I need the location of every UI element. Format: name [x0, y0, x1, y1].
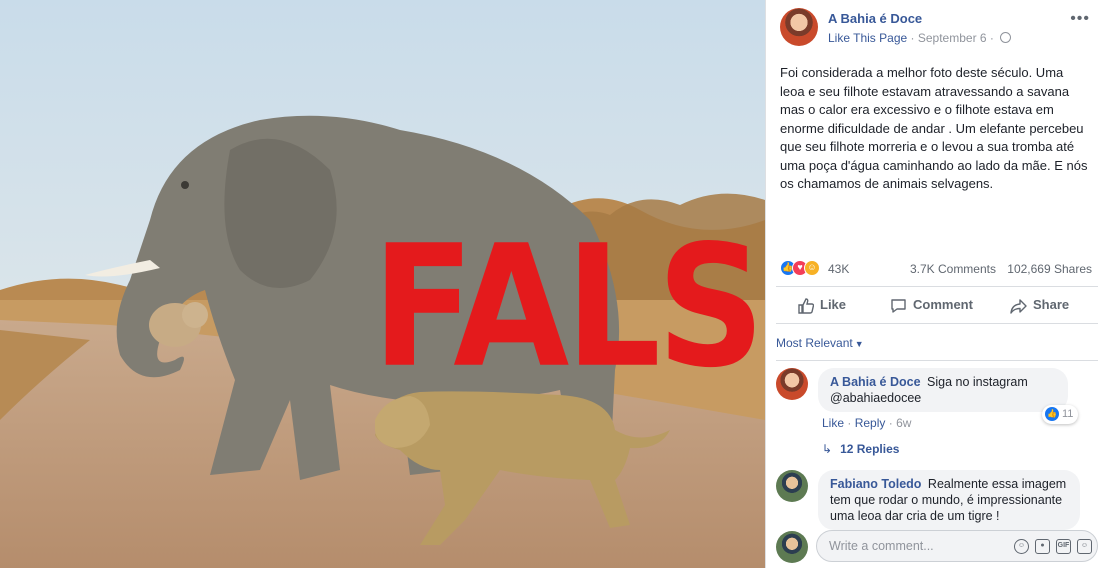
- like-page-link[interactable]: Like This Page: [828, 31, 907, 45]
- comment-item: Fabiano Toledo Realmente essa imagem tem…: [776, 470, 1096, 530]
- reaction-count[interactable]: 43K: [828, 262, 849, 276]
- comment-time[interactable]: 6w: [896, 416, 911, 430]
- shares-count-link[interactable]: 102,669 Shares: [1007, 262, 1092, 276]
- share-button-label: Share: [1033, 297, 1070, 312]
- camera-icon[interactable]: ●: [1035, 539, 1050, 555]
- ellipsis-icon[interactable]: •••: [1070, 10, 1090, 28]
- comment-sort-dropdown[interactable]: Most Relevant ▼: [776, 336, 864, 350]
- like-reaction-icon: 👍: [1045, 407, 1059, 422]
- comment-bubble: Fabiano Toledo Realmente essa imagem tem…: [818, 470, 1080, 530]
- like-button-label: Like: [820, 297, 847, 312]
- sort-label: Most Relevant: [776, 336, 853, 350]
- composer-tools: ☺ ● GIF ☺: [1008, 538, 1092, 556]
- thumbs-up-icon: [798, 297, 814, 314]
- post-photo[interactable]: FALSO: [0, 0, 765, 568]
- comment-bubble: A Bahia é Doce Siga no instagram @abahia…: [818, 368, 1068, 412]
- comment-reaction-badge[interactable]: 👍 11: [1042, 405, 1079, 424]
- page-name-link[interactable]: A Bahia é Doce: [828, 11, 922, 26]
- comment-like-link[interactable]: Like: [822, 416, 844, 430]
- replies-count: 12 Replies: [840, 442, 900, 456]
- comment-reply-link[interactable]: Reply: [855, 416, 886, 430]
- meta-separator: ·: [910, 31, 915, 45]
- commenter-avatar[interactable]: [776, 470, 808, 502]
- comment-author-link[interactable]: A Bahia é Doce: [830, 375, 921, 389]
- page-avatar[interactable]: [780, 8, 818, 46]
- comment-button-label: Comment: [913, 297, 973, 312]
- share-arrow-icon: [1010, 298, 1027, 314]
- current-user-avatar: [776, 531, 808, 563]
- comments-divider: [776, 360, 1098, 361]
- comments-count-link[interactable]: 3.7K Comments: [910, 262, 996, 276]
- reactions-summary: 👍 ♥ ☺ 43K 3.7K Comments 102,669 Shares: [780, 260, 1092, 278]
- falso-stamp: FALSO: [372, 210, 765, 406]
- comment-author-link[interactable]: Fabiano Toledo: [830, 477, 921, 491]
- sticker-icon[interactable]: ☺: [1077, 539, 1092, 555]
- view-replies-link[interactable]: ↳ 12 Replies: [822, 442, 899, 456]
- speech-bubble-icon: [891, 298, 906, 313]
- meta-separator-2: ·: [989, 31, 994, 45]
- like-button[interactable]: Like: [798, 287, 846, 323]
- post-body-text: Foi considerada a melhor foto deste sécu…: [780, 65, 1088, 191]
- caret-down-icon: ▼: [854, 339, 864, 349]
- comment-button[interactable]: Comment: [890, 287, 973, 323]
- haha-reaction-icon: ☺: [804, 260, 820, 276]
- post-date[interactable]: September 6: [918, 31, 987, 45]
- post-side-panel: A Bahia é Doce Like This Page · Septembe…: [765, 0, 1100, 568]
- globe-icon: [1000, 32, 1012, 43]
- post-action-bar: Like Comment Share: [776, 286, 1098, 324]
- emoji-icon[interactable]: ☺: [1014, 539, 1029, 555]
- gif-icon[interactable]: GIF: [1056, 539, 1071, 555]
- share-button[interactable]: Share: [1010, 287, 1069, 323]
- post-meta: Like This Page · September 6 ·: [828, 31, 1012, 45]
- comment-actions: Like · Reply · 6w: [822, 416, 912, 430]
- comment-composer: ☺ ● GIF ☺: [776, 528, 1098, 564]
- comment-item: A Bahia é Doce Siga no instagram @abahia…: [776, 368, 1096, 460]
- comment-reaction-count: 11: [1062, 408, 1074, 420]
- reply-arrow-icon: ↳: [822, 442, 833, 456]
- commenter-avatar[interactable]: [776, 368, 808, 400]
- post-header: A Bahia é Doce Like This Page · Septembe…: [780, 8, 1090, 52]
